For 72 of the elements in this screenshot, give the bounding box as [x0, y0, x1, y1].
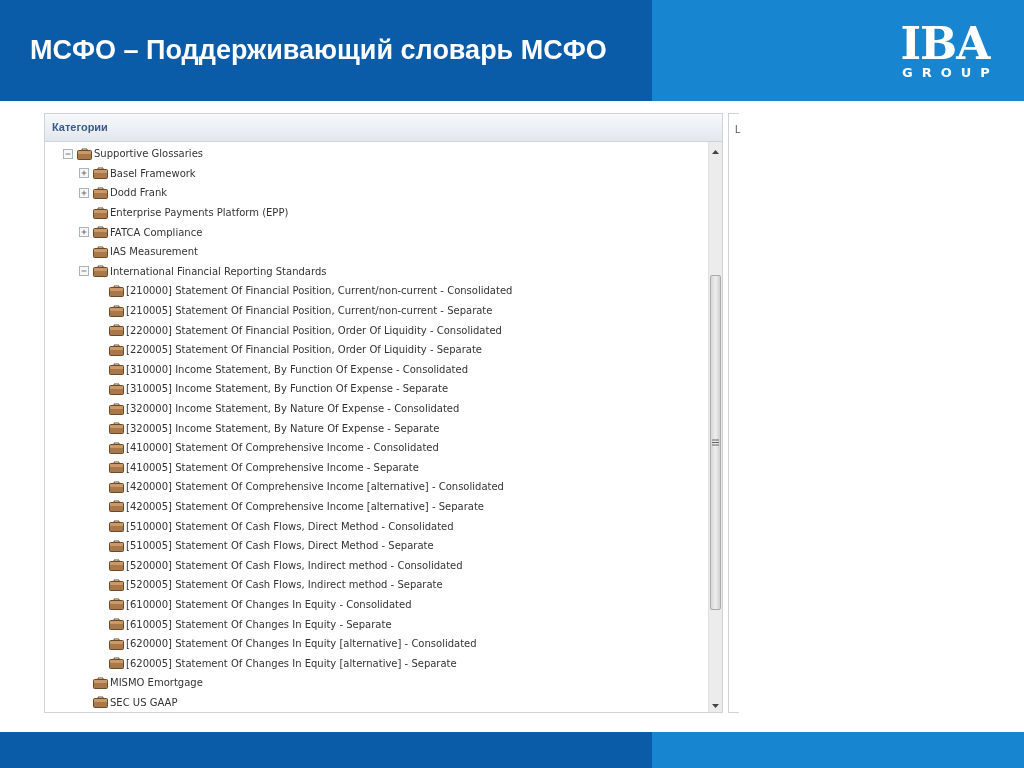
briefcase-icon [109, 480, 124, 493]
tree-item[interactable]: Supportive Glossaries [94, 146, 203, 162]
briefcase-icon [93, 245, 108, 258]
briefcase-icon [109, 559, 124, 572]
tree-item[interactable]: [310005] Income Statement, By Function Of Expense - Separate [126, 381, 449, 397]
briefcase-icon [109, 520, 124, 533]
tree-item[interactable]: [420000] Statement Of Comprehensive Income [alternative] - Consolidated [126, 479, 504, 495]
tree-item[interactable]: [520005] Statement Of Cash Flows, Indirect method - Separate [126, 577, 443, 593]
briefcase-icon [93, 206, 108, 219]
tree-item[interactable]: SEC US GAAP [110, 694, 178, 710]
scroll-down-icon[interactable] [711, 702, 720, 710]
briefcase-icon [109, 324, 124, 337]
tree-item[interactable]: [320005] Income Statement, By Nature Of Expense - Separate [126, 420, 440, 436]
briefcase-icon [109, 382, 124, 395]
slide-title: МСФО – Поддерживающий словарь МСФО [30, 35, 607, 65]
briefcase-icon [109, 598, 124, 611]
expand-icon[interactable] [79, 188, 89, 198]
tree-item[interactable]: [220000] Statement Of Financial Position, Order Of Liquidity - Consolidated [126, 322, 502, 338]
tree-item[interactable]: International Financial Reporting Standards [110, 263, 327, 279]
briefcase-icon [109, 363, 124, 376]
briefcase-icon [93, 676, 108, 689]
company-logo: IBA GROUP [899, 22, 997, 82]
tree-item[interactable]: [620000] Statement Of Changes In Equity [alternative] - Consolidated [126, 636, 477, 652]
tree-item[interactable]: [510000] Statement Of Cash Flows, Direct Method - Consolidated [126, 518, 454, 534]
expand-icon[interactable] [79, 227, 89, 238]
tree-item[interactable]: [610000] Statement Of Changes In Equity - Consolidated [126, 596, 412, 612]
tree-item[interactable]: Dodd Frank [110, 185, 168, 201]
tree-item[interactable]: [520000] Statement Of Cash Flows, Indirect method - Consolidated [126, 557, 463, 573]
tree-item[interactable]: MISMO Emortgage [110, 675, 203, 691]
expand-icon[interactable] [79, 168, 89, 179]
tree-item[interactable]: [210000] Statement Of Financial Position, Current/non-current - Consolidated [126, 283, 513, 299]
tree-item[interactable]: Basel Framework [110, 165, 196, 181]
scroll-up-icon[interactable] [711, 148, 720, 156]
briefcase-icon [109, 402, 124, 415]
briefcase-icon [93, 265, 108, 278]
tree-item[interactable]: [620005] Statement Of Changes In Equity [alternative] - Separate [126, 655, 457, 671]
briefcase-icon [109, 284, 124, 297]
tree-item[interactable]: [610005] Statement Of Changes In Equity - Separate [126, 616, 392, 632]
briefcase-icon [109, 441, 124, 454]
panel-title: Категории [52, 120, 108, 136]
tree-item[interactable]: [320000] Income Statement, By Nature Of Expense - Consolidated [126, 401, 460, 416]
tree-item[interactable]: [310000] Income Statement, By Function Of Expense - Consolidated [126, 361, 468, 377]
grip-icon [712, 439, 719, 446]
briefcase-icon [109, 500, 124, 513]
scrollbar[interactable] [708, 142, 722, 712]
briefcase-icon [109, 578, 124, 591]
scroll-thumb[interactable] [710, 275, 721, 610]
tree-item[interactable]: Enterprise Payments Platform (EPP) [110, 205, 289, 221]
briefcase-icon [93, 696, 108, 709]
tree-item[interactable]: [420005] Statement Of Comprehensive Income [alternative] - Separate [126, 499, 484, 514]
tree-item[interactable]: [410000] Statement Of Comprehensive Income - Consolidated [126, 440, 439, 456]
tree-item[interactable]: [510005] Statement Of Cash Flows, Direct Method - Separate [126, 538, 434, 554]
briefcase-icon [109, 343, 124, 356]
collapse-icon[interactable] [79, 266, 89, 277]
briefcase-icon [109, 539, 124, 552]
briefcase-icon [109, 657, 124, 670]
briefcase-icon [109, 461, 124, 474]
tree-item[interactable]: FATCA Compliance [110, 224, 203, 240]
tree-item[interactable]: IAS Measurement [110, 244, 198, 260]
side-panel-title: L [735, 124, 741, 135]
tree-item[interactable]: [220005] Statement Of Financial Position, Order Of Liquidity - Separate [126, 342, 482, 358]
briefcase-icon [93, 167, 108, 180]
tree-item[interactable]: [410005] Statement Of Comprehensive Income - Separate [126, 459, 419, 475]
briefcase-icon [109, 637, 124, 650]
briefcase-icon [77, 147, 92, 160]
briefcase-icon [93, 187, 108, 199]
briefcase-icon [93, 226, 108, 239]
collapse-icon[interactable] [63, 148, 73, 159]
tree-item[interactable]: [210005] Statement Of Financial Position, Current/non-current - Separate [126, 303, 493, 319]
briefcase-icon [109, 422, 124, 435]
briefcase-icon [109, 304, 124, 317]
briefcase-icon [109, 618, 124, 631]
